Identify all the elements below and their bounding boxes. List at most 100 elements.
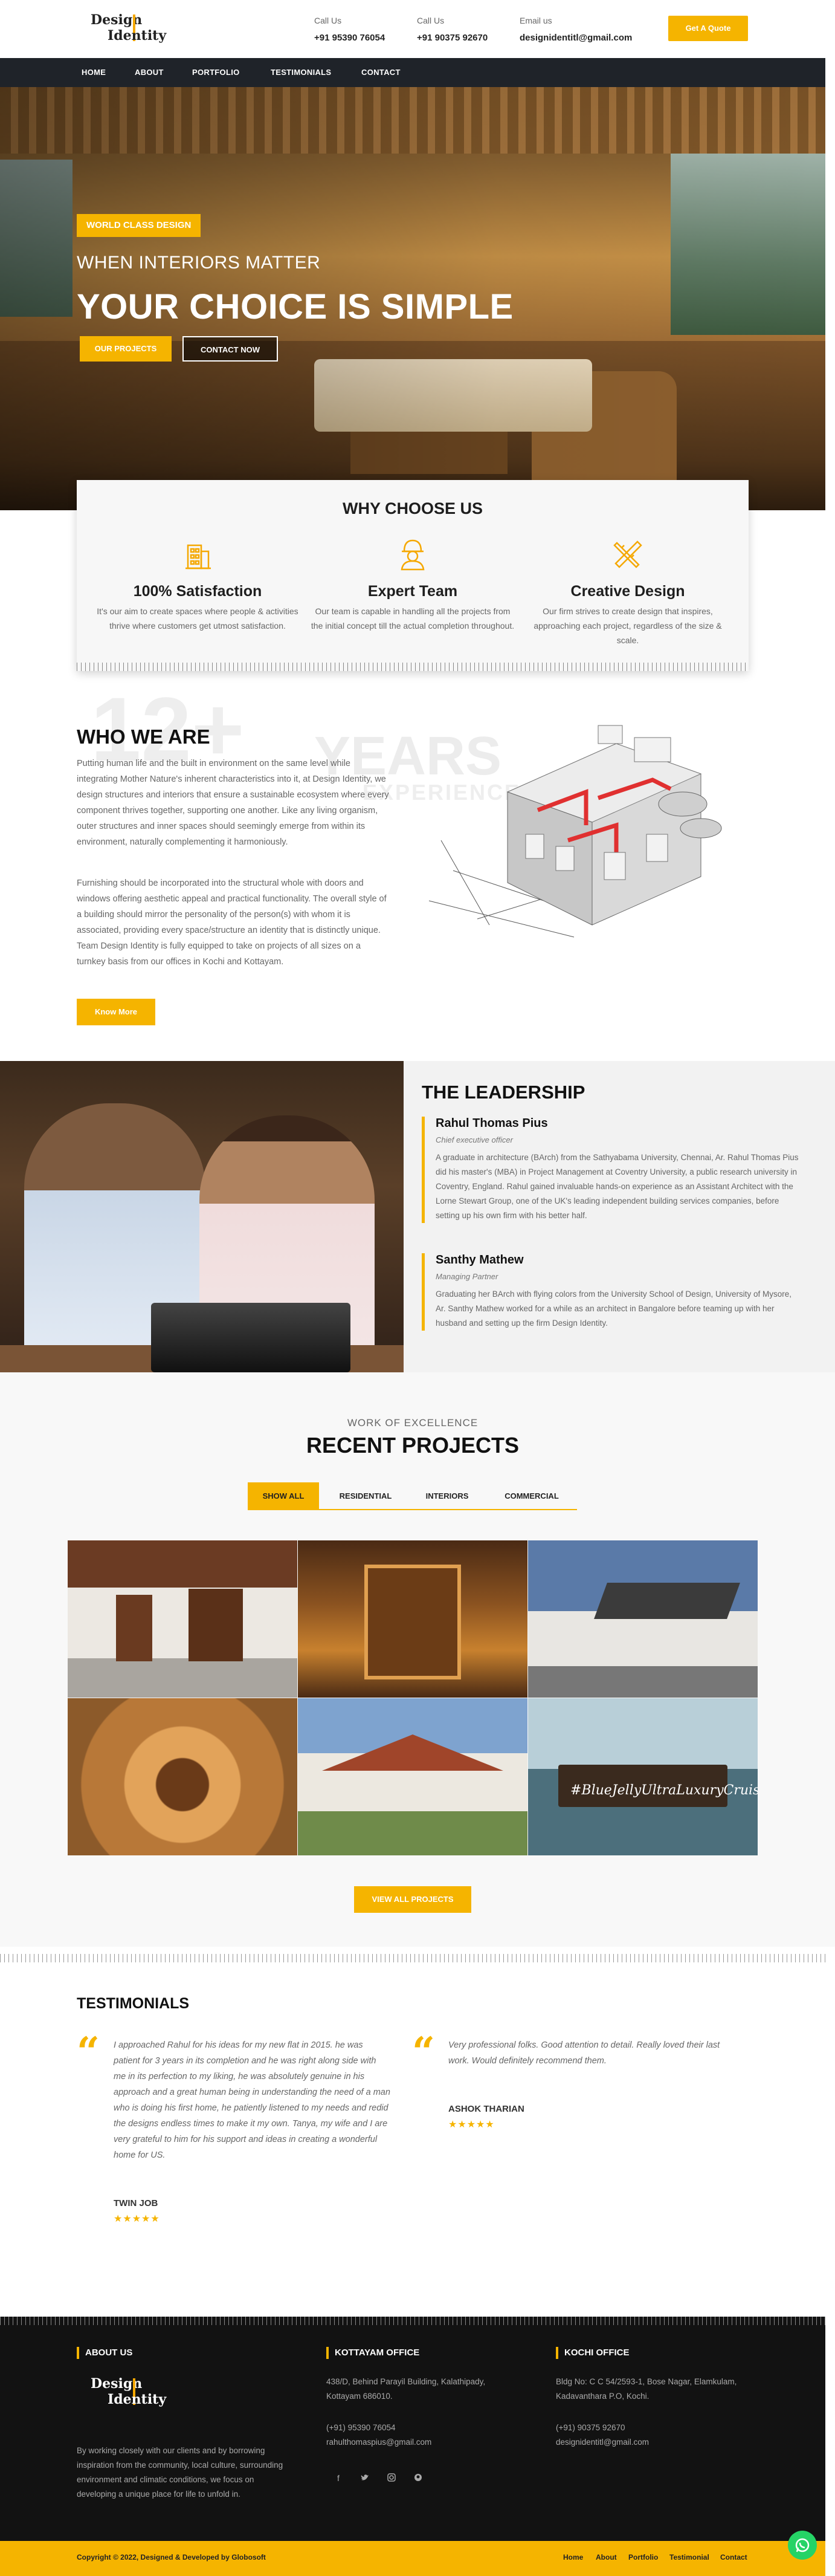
nav-contact[interactable]: CONTACT [361,58,401,87]
get-quote-button[interactable]: Get A Quote [668,16,748,41]
footer-kottayam-title: KOTTAYAM OFFICE [326,2347,419,2359]
project-tile-6[interactable]: #BlueJellyUltraLuxuryCruise [528,1698,758,1855]
laptop [151,1303,350,1372]
tab-commercial[interactable]: COMMERCIAL [489,1482,574,1510]
projects-grid: #BlueJellyUltraLuxuryCruise [68,1540,758,1855]
project-filter-tabs: SHOW ALL RESIDENTIAL INTERIORS COMMERCIA… [248,1482,577,1510]
engineer-icon [395,536,431,572]
feature-title: Creative Design [570,583,685,600]
email-us: Email us designidentitl@gmail.com [520,16,632,43]
leader-name: Rahul Thomas Pius [436,1117,548,1130]
tab-residential[interactable]: RESIDENTIAL [326,1482,405,1510]
top-header: Design Identity Call Us +91 95390 76054 … [0,0,835,58]
who-paragraph-2: Furnishing should be incorporated into t… [77,878,387,967]
footer-about-text: By working closely with our clients and … [77,2446,283,2499]
leader-bio: A graduate in architecture (BArch) from … [436,1153,799,1220]
feature-title: 100% Satisfaction [133,583,262,600]
footer-about-title: ABOUT US [77,2347,132,2359]
ruler-divider [77,663,749,671]
whatsapp-icon[interactable] [788,2531,817,2560]
leadership-section: THE LEADERSHIP Rahul Thomas Pius Chief e… [404,1061,835,1372]
tab-interiors[interactable]: INTERIORS [411,1482,483,1510]
kochi-address: Bldg No: C C 54/2593-1, Bose Nagar, Elam… [556,2377,737,2401]
call-us-1: Call Us +91 95390 76054 [314,16,385,43]
feature-text: Our team is capable in handling all the … [311,606,515,631]
leadership-photo [0,1061,404,1372]
know-more-button[interactable]: Know More [77,999,155,1025]
feature-text: It's our aim to create spaces where peop… [97,606,298,631]
project-tile-5[interactable] [298,1698,527,1855]
twitter-icon[interactable] [359,2473,371,2485]
contact-now-button[interactable]: CONTACT NOW [182,336,278,362]
who-title: WHO WE ARE [77,725,210,748]
copyright: Copyright © 2022, Designed & Developed b… [77,2553,266,2561]
testimonial-name: TWIN JOB [114,2198,158,2208]
bottom-bar: Copyright © 2022, Designed & Developed b… [0,2541,825,2576]
nav-about[interactable]: ABOUT [135,58,164,87]
feature-title: Expert Team [367,583,458,600]
testimonial-text: I approached Rahul for his ideas for my … [114,2040,390,2160]
kochi-phone[interactable]: (+91) 90375 92670 [556,2421,625,2435]
project-tile-2[interactable] [298,1540,527,1698]
star-rating: ★★★★★ [114,2214,160,2224]
testimonial-name: ASHOK THARIAN [448,2104,524,2114]
hero-subtitle: WHEN INTERIORS MATTER [77,253,321,273]
our-projects-button[interactable]: OUR PROJECTS [80,336,172,362]
footer-logo[interactable]: Design Identity [91,2375,181,2417]
building-icon [179,536,216,572]
project-tile-3[interactable] [528,1540,758,1698]
hero-tag: WORLD CLASS DESIGN [77,214,201,237]
kottayam-address: 438/D, Behind Parayil Building, Kalathip… [326,2377,486,2401]
footer-link-contact[interactable]: Contact [720,2553,747,2561]
project-tile-4[interactable] [68,1698,297,1855]
footer-logo-line2: Identity [108,2392,167,2407]
call-us-2: Call Us +91 90375 92670 [417,16,488,43]
feature-satisfaction: 100% Satisfaction It's our aim to create… [95,536,300,633]
call-number-2[interactable]: +91 90375 92670 [417,33,488,43]
call-number-1[interactable]: +91 95390 76054 [314,33,385,43]
leader-name: Santhy Mathew [436,1253,524,1267]
footer-ruler [0,2317,825,2325]
tab-show-all[interactable]: SHOW ALL [248,1482,319,1510]
kottayam-phone[interactable]: (+91) 95390 76054 [326,2421,395,2435]
nav-portfolio[interactable]: PORTFOLIO [192,58,240,87]
call-label-1: Call Us [314,16,342,25]
hero-title: YOUR CHOICE IS SIMPLE [77,287,514,326]
footer-link-testimonial[interactable]: Testimonial [669,2553,709,2561]
nav-testimonials[interactable]: TESTIMONIALS [271,58,331,87]
main-nav: HOME ABOUT PORTFOLIO TESTIMONIALS CONTAC… [0,58,825,87]
feature-text: Our firm strives to create design that i… [534,606,722,645]
leader-bio: Graduating her BArch with flying colors … [436,1290,791,1328]
leadership-title: THE LEADERSHIP [422,1082,585,1103]
call-label-2: Call Us [417,16,445,25]
projects-kicker: WORK OF EXCELLENCE [347,1417,479,1429]
feature-creative-design: Creative Design Our firm strives to crea… [525,536,730,647]
boat-caption: #BlueJellyUltraLuxuryCruise [570,1783,758,1798]
footer-link-about[interactable]: About [596,2553,617,2561]
quote-icon: “ [77,2028,100,2075]
project-tile-1[interactable] [68,1540,297,1698]
email-value[interactable]: designidentitl@gmail.com [520,33,632,43]
github-icon[interactable] [412,2473,424,2485]
recent-projects: WORK OF EXCELLENCE RECENT PROJECTS SHOW … [0,1372,835,1947]
footer-link-portfolio[interactable]: Portfolio [628,2553,658,2561]
leader-role: Chief executive officer [436,1135,513,1144]
logo[interactable]: Design Identity [91,11,169,46]
house-3d-illustration [417,719,731,943]
who-paragraph-1: Putting human life and the built in envi… [77,759,389,847]
kochi-email[interactable]: designidentitl@gmail.com [556,2435,649,2450]
feature-expert-team: Expert Team Our team is capable in handl… [310,536,515,633]
star-rating: ★★★★★ [448,2120,495,2130]
why-title: WHY CHOOSE US [342,499,483,517]
ruler-divider [0,1954,825,1962]
kottayam-email[interactable]: rahulthomaspius@gmail.com [326,2435,431,2450]
view-all-projects-button[interactable]: VIEW ALL PROJECTS [354,1886,471,1913]
instagram-icon[interactable] [385,2473,398,2485]
testimonial-text: Very professional folks. Good attention … [448,2040,720,2066]
quote-icon: “ [412,2028,435,2075]
footer-kochi-title: KOCHI OFFICE [556,2347,630,2359]
footer: ABOUT US KOTTAYAM OFFICE KOCHI OFFICE De… [0,2317,825,2576]
facebook-icon[interactable]: f [332,2473,344,2485]
nav-home[interactable]: HOME [82,58,106,87]
footer-link-home[interactable]: Home [563,2553,583,2561]
